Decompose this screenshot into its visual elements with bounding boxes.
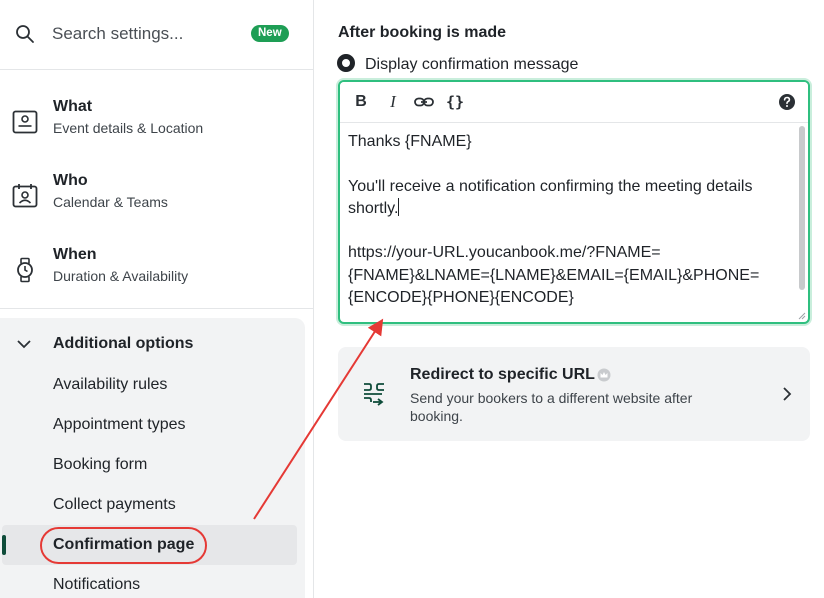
italic-button[interactable]: I [382,91,404,113]
additional-options-panel: Additional options Availability rules Ap… [0,318,305,598]
crown-icon [597,368,611,382]
nav-item-title: What [53,98,93,115]
redirect-arrows-icon [364,383,384,406]
nav-item-title: When [53,246,97,263]
option-confirmation-page[interactable]: Confirmation page [53,536,194,554]
active-option-indicator [2,535,6,555]
sidebar-divider [0,308,313,309]
nav-item-subtitle: Duration & Availability [53,268,189,284]
message-text: You'll receive a notification confirming… [348,177,753,217]
editor-line-greeting: Thanks {FNAME} [348,133,472,150]
nav-item-what[interactable]: What Event details & Location [0,97,313,161]
editor-line-message: You'll receive a notification confirming… [348,176,788,221]
nav-item-who[interactable]: Who Calendar & Teams [0,171,313,235]
search-icon [16,25,34,43]
option-availability-rules[interactable]: Availability rules [53,376,167,394]
nav-item-title: Who [53,172,88,189]
nav-item-subtitle: Event details & Location [53,120,204,136]
url-part: {ENCODE}{PHONE}{ENCODE} [348,289,574,307]
radio-label: Display confirmation message [365,56,579,73]
url-part: https://your-URL.youcanbook.me/?FNAME= [348,244,661,262]
help-icon[interactable] [776,91,798,113]
chevron-down-icon [17,340,31,349]
additional-options-toggle[interactable]: Additional options [0,332,305,358]
id-card-icon [12,110,38,134]
option-collect-payments[interactable]: Collect payments [53,496,176,514]
resize-handle-icon[interactable] [798,312,806,320]
nav-item-subtitle: Calendar & Teams [53,194,168,210]
editor-content[interactable]: Thanks {FNAME} You'll receive a notifica… [348,131,788,309]
chevron-right-icon [783,387,792,401]
text-caret [398,197,400,216]
url-part: {FNAME}&LNAME={LNAME}&EMAIL={EMAIL}&PHON… [348,266,760,284]
redirect-option-card[interactable]: Redirect to specific URL Send your booke… [338,347,810,441]
settings-sidebar: New What Event details & Location Who Ca… [0,0,314,598]
bold-button[interactable]: B [350,91,372,113]
section-title: After booking is made [338,24,507,41]
radio-selected[interactable] [337,54,355,72]
additional-options-title: Additional options [53,335,194,352]
calendar-person-icon [12,184,38,208]
link-icon[interactable] [413,91,435,113]
nav-item-when[interactable]: When Duration & Availability [0,245,313,309]
confirmation-message-editor[interactable]: B I {} Thanks {FNAME} You'll receive a n… [338,80,810,324]
search-row: New [0,0,313,70]
editor-scrollbar[interactable] [799,124,806,318]
new-badge: New [251,25,289,42]
redirect-description: Send your bookers to a different website… [410,390,693,424]
scrollbar-thumb[interactable] [799,126,805,290]
option-booking-form[interactable]: Booking form [53,456,147,474]
search-input[interactable] [52,22,242,46]
editor-line-url: https://your-URL.youcanbook.me/?FNAME= {… [348,242,788,309]
code-button[interactable]: {} [444,91,466,113]
watch-icon [17,257,33,283]
option-appointment-types[interactable]: Appointment types [53,416,186,434]
option-notifications[interactable]: Notifications [53,576,140,594]
redirect-title: Redirect to specific URL [410,366,595,383]
editor-toolbar: B I {} [340,82,808,123]
